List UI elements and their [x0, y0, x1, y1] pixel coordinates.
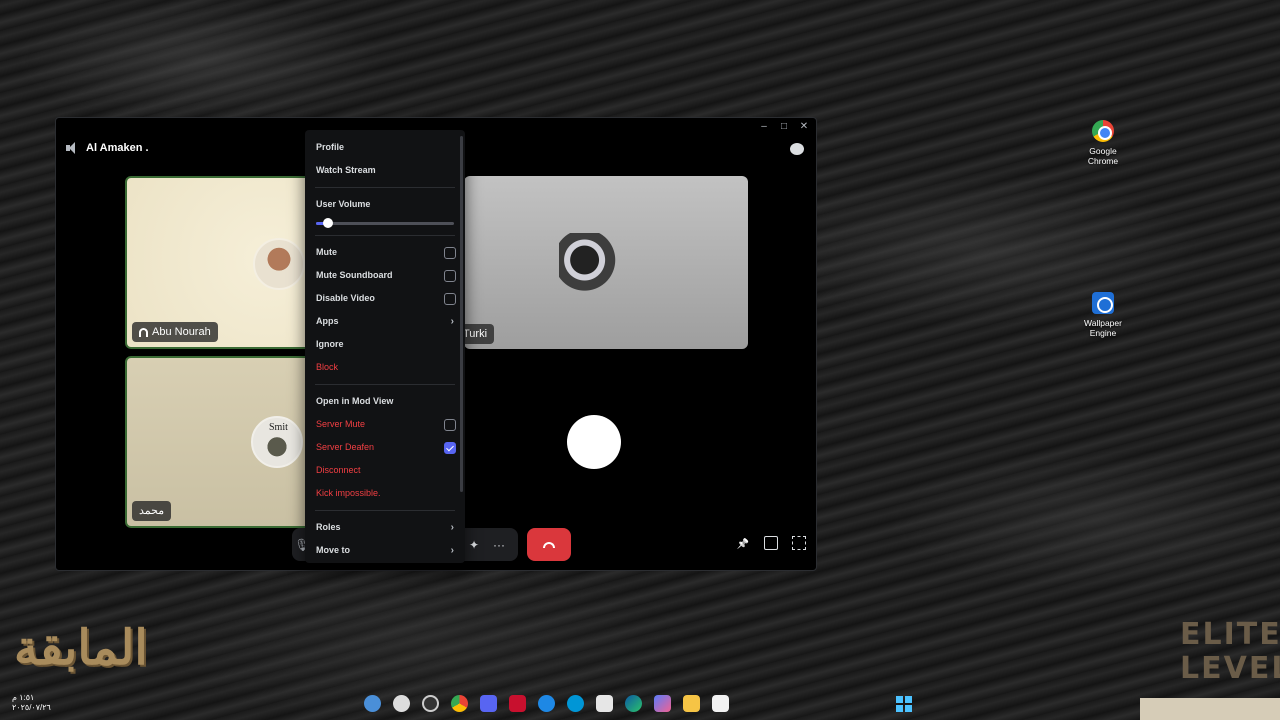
popout-icon[interactable]: [764, 536, 778, 550]
channel-name: Al Amaken .: [86, 142, 149, 154]
window-app-icon[interactable]: [712, 695, 729, 712]
participant-tile[interactable]: Abu Nourah: [125, 176, 325, 349]
hp-icon[interactable]: [567, 695, 584, 712]
menu-item-mute-soundboard[interactable]: Mute Soundboard: [313, 264, 457, 287]
menu-item-block[interactable]: Block: [313, 356, 457, 379]
menu-divider: [315, 187, 455, 188]
chat-icon[interactable]: [790, 143, 804, 155]
checkbox[interactable]: [444, 269, 456, 282]
menu-item-kick[interactable]: Kick impossible.: [313, 482, 457, 505]
clock-app-icon[interactable]: [422, 695, 439, 712]
chrome-canary-icon[interactable]: [364, 695, 381, 712]
wallpaper-engine-icon: [1092, 292, 1114, 314]
menu-item-disable-video[interactable]: Disable Video: [313, 287, 457, 310]
channel-header: Al Amaken .: [66, 142, 149, 154]
file-explorer-icon[interactable]: [683, 695, 700, 712]
avatar: [253, 238, 305, 290]
menu-item-mute[interactable]: Mute: [313, 241, 457, 264]
fullscreen-icon[interactable]: [792, 536, 806, 550]
windows-start-icon[interactable]: [896, 696, 912, 712]
participant-tile[interactable]: Turki: [464, 176, 748, 349]
logo-text: المابقة: [14, 620, 150, 676]
checkbox-checked[interactable]: [444, 441, 456, 454]
speaker-icon: [66, 142, 78, 154]
app-icon[interactable]: [538, 695, 555, 712]
menu-item-disconnect[interactable]: Disconnect: [313, 459, 457, 482]
desktop-icon-label: Wallpaper Engine: [1084, 318, 1122, 338]
server-logo-left: المابقة: [14, 598, 189, 698]
menu-item-watch-stream[interactable]: Watch Stream: [313, 159, 457, 182]
chrome-icon: [1092, 120, 1114, 142]
server-logo-right: ELITELEVEL: [1140, 618, 1280, 720]
maximize-button[interactable]: □: [776, 120, 792, 134]
desktop-icon-wallpaper-engine[interactable]: Wallpaper Engine: [1073, 292, 1133, 338]
menu-divider: [315, 510, 455, 511]
menu-item-ignore[interactable]: Ignore: [313, 333, 457, 356]
discord-icon[interactable]: [480, 695, 497, 712]
pin-icon[interactable]: [736, 536, 750, 550]
menu-item-move-to[interactable]: Move to ›: [313, 539, 457, 562]
menu-item-apps[interactable]: Apps ›: [313, 310, 457, 333]
edge-icon[interactable]: [625, 695, 642, 712]
minimize-button[interactable]: –: [756, 120, 772, 134]
avatar-text: Smit: [269, 422, 288, 433]
checkbox[interactable]: [444, 418, 456, 431]
menu-item-user-volume: User Volume: [316, 199, 371, 209]
chrome-icon[interactable]: [451, 695, 468, 712]
desktop-icon-label: Google Chrome: [1087, 146, 1119, 166]
taskbar-apps: [364, 695, 729, 712]
menu-divider: [315, 235, 455, 236]
settings-icon[interactable]: [393, 695, 410, 712]
disconnect-call-button[interactable]: [527, 528, 571, 561]
speaking-avatar[interactable]: [567, 415, 621, 469]
user-volume-slider[interactable]: [313, 216, 457, 230]
menu-item-profile[interactable]: Profile: [313, 136, 457, 159]
chevron-right-icon: ›: [450, 316, 454, 327]
checkbox[interactable]: [444, 246, 456, 259]
participant-name-label: Turki: [464, 324, 495, 344]
activity-more-group: ✦ ···: [456, 528, 518, 561]
menu-item-roles[interactable]: Roles ›: [313, 516, 457, 539]
taskbar-clock[interactable]: ١:٥١ م ٢٠٢٥/٠٧/٢٦: [12, 693, 51, 713]
menu-divider: [315, 384, 455, 385]
mcafee-icon[interactable]: [509, 695, 526, 712]
more-options-icon[interactable]: ···: [493, 538, 505, 552]
slider-handle[interactable]: [323, 218, 334, 228]
menu-item-server-mute[interactable]: Server Mute: [313, 413, 457, 436]
logo-plate: [1140, 698, 1280, 720]
checkbox[interactable]: [444, 292, 456, 305]
phone-icon: [543, 541, 555, 548]
activity-icon[interactable]: ✦: [469, 538, 479, 552]
user-context-menu: Profile Watch Stream User Volume Mute Mu…: [305, 130, 465, 563]
participant-name-label: محمد: [132, 501, 172, 521]
window-controls: – □ ✕: [756, 120, 812, 134]
copilot-icon[interactable]: [654, 695, 671, 712]
logo-text: ELITELEVEL: [1180, 617, 1280, 686]
avatar: [559, 233, 623, 293]
close-button[interactable]: ✕: [796, 120, 812, 134]
participant-tile[interactable]: Smit محمد: [125, 356, 325, 528]
menu-scrollbar[interactable]: [460, 136, 463, 492]
store-icon[interactable]: [596, 695, 613, 712]
menu-item-open-mod-view[interactable]: Open in Mod View: [313, 390, 457, 413]
desktop-icon-chrome[interactable]: Google Chrome: [1073, 120, 1133, 166]
chevron-right-icon: ›: [450, 545, 454, 556]
participant-name-label: Abu Nourah: [132, 322, 218, 342]
view-tools: [736, 536, 806, 550]
chevron-right-icon: ›: [450, 522, 454, 533]
slider-track: [316, 222, 454, 225]
menu-item-server-deafen[interactable]: Server Deafen: [313, 436, 457, 459]
headset-icon: [139, 327, 148, 337]
